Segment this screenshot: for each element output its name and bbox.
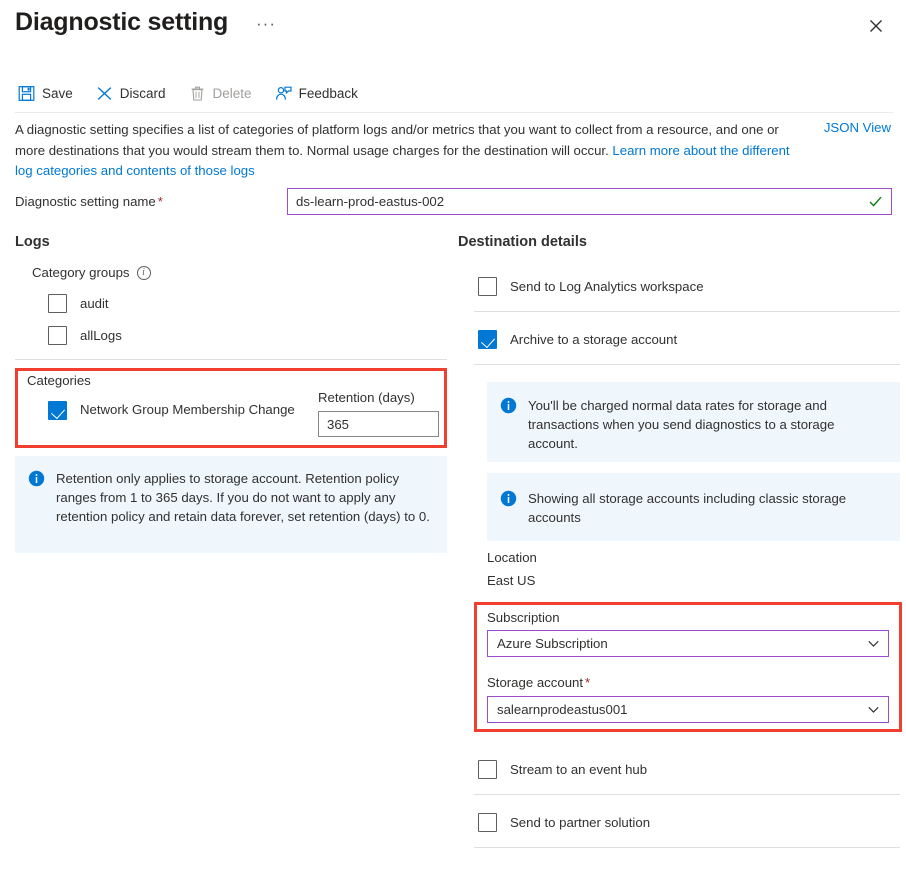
storage-account-value: salearnprodeastus001 bbox=[497, 702, 867, 717]
destination-divider-2 bbox=[474, 364, 900, 365]
diagnostic-setting-name-label: Diagnostic setting name* bbox=[15, 194, 163, 209]
destination-divider-3 bbox=[474, 794, 900, 795]
retention-info-text: Retention only applies to storage accoun… bbox=[56, 469, 433, 526]
retention-days-label: Retention (days) bbox=[318, 390, 415, 405]
info-circle-icon bbox=[500, 490, 517, 507]
checkbox-send-to-log-analytics[interactable]: Send to Log Analytics workspace bbox=[478, 277, 704, 296]
destination-details-heading: Destination details bbox=[458, 234, 587, 250]
discard-icon bbox=[96, 85, 113, 102]
checkbox-audit-box[interactable] bbox=[48, 294, 67, 313]
checkbox-network-group-membership-change-label: Network Group Membership Change bbox=[80, 401, 295, 419]
destination-divider-1 bbox=[474, 311, 900, 312]
save-button[interactable]: Save bbox=[18, 85, 73, 102]
category-groups-label-text: Category groups bbox=[32, 265, 130, 280]
logs-divider bbox=[15, 359, 447, 360]
location-value: East US bbox=[487, 573, 535, 588]
checkbox-archive-to-storage[interactable]: Archive to a storage account bbox=[478, 330, 677, 349]
storage-account-dropdown[interactable]: salearnprodeastus001 bbox=[487, 696, 889, 723]
trash-icon bbox=[189, 85, 206, 102]
checkbox-audit-label: audit bbox=[80, 294, 109, 313]
subscription-value: Azure Subscription bbox=[497, 636, 867, 651]
checkbox-send-to-partner-solution-label: Send to partner solution bbox=[510, 813, 650, 832]
json-view-link[interactable]: JSON View bbox=[824, 120, 891, 135]
category-groups-label: Category groups i bbox=[32, 265, 151, 280]
checkbox-send-to-log-analytics-box[interactable] bbox=[478, 277, 497, 296]
command-bar-divider bbox=[15, 112, 893, 113]
storage-account-label-text: Storage account bbox=[487, 675, 583, 690]
chevron-down-icon bbox=[867, 637, 880, 650]
delete-label: Delete bbox=[213, 86, 252, 101]
checkbox-audit[interactable]: audit bbox=[48, 294, 109, 313]
showing-storage-accounts-info-text: Showing all storage accounts including c… bbox=[528, 489, 886, 527]
subscription-dropdown[interactable]: Azure Subscription bbox=[487, 630, 889, 657]
info-circle-icon bbox=[28, 470, 45, 487]
retention-days-input[interactable]: 365 bbox=[318, 411, 439, 437]
discard-label: Discard bbox=[120, 86, 166, 101]
info-circle-icon bbox=[500, 397, 517, 414]
save-label: Save bbox=[42, 86, 73, 101]
checkbox-network-group-membership-change[interactable]: Network Group Membership Change bbox=[48, 401, 313, 420]
feedback-button[interactable]: Feedback bbox=[275, 85, 358, 102]
checkbox-stream-to-event-hub-box[interactable] bbox=[478, 760, 497, 779]
close-icon[interactable] bbox=[862, 12, 890, 40]
storage-charges-info-text: You'll be charged normal data rates for … bbox=[528, 396, 886, 453]
destination-divider-4 bbox=[474, 847, 900, 848]
info-icon[interactable]: i bbox=[137, 266, 151, 280]
showing-storage-accounts-info-message: Showing all storage accounts including c… bbox=[487, 473, 900, 541]
feedback-label: Feedback bbox=[299, 86, 358, 101]
checkbox-send-to-partner-solution[interactable]: Send to partner solution bbox=[478, 813, 650, 832]
storage-charges-info-message: You'll be charged normal data rates for … bbox=[487, 382, 900, 462]
checkbox-send-to-partner-solution-box[interactable] bbox=[478, 813, 497, 832]
required-marker: * bbox=[158, 194, 163, 209]
checkbox-alllogs-box[interactable] bbox=[48, 326, 67, 345]
command-bar: Save Discard Delete Fee bbox=[0, 73, 906, 113]
checkbox-stream-to-event-hub[interactable]: Stream to an event hub bbox=[478, 760, 647, 779]
logs-heading: Logs bbox=[15, 234, 50, 250]
checkbox-send-to-log-analytics-label: Send to Log Analytics workspace bbox=[510, 277, 704, 296]
storage-account-required-marker: * bbox=[585, 675, 590, 690]
checkbox-stream-to-event-hub-label: Stream to an event hub bbox=[510, 760, 647, 779]
chevron-down-icon bbox=[867, 703, 880, 716]
save-icon bbox=[18, 85, 35, 102]
checkbox-alllogs[interactable]: allLogs bbox=[48, 326, 122, 345]
checkbox-archive-to-storage-box[interactable] bbox=[478, 330, 497, 349]
checkbox-alllogs-label: allLogs bbox=[80, 326, 122, 345]
intro-text: A diagnostic setting specifies a list of… bbox=[15, 120, 805, 182]
diagnostic-setting-name-input[interactable]: ds-learn-prod-eastus-002 bbox=[287, 188, 892, 215]
delete-button: Delete bbox=[189, 85, 252, 102]
location-label: Location bbox=[487, 550, 537, 565]
checkmark-icon bbox=[868, 194, 883, 209]
feedback-person-icon bbox=[275, 85, 292, 102]
retention-days-value: 365 bbox=[327, 417, 349, 432]
diagnostic-setting-name-value: ds-learn-prod-eastus-002 bbox=[296, 194, 868, 209]
discard-button[interactable]: Discard bbox=[96, 85, 166, 102]
more-options-button[interactable]: ··· bbox=[256, 15, 276, 33]
checkbox-archive-to-storage-label: Archive to a storage account bbox=[510, 330, 677, 349]
subscription-label: Subscription bbox=[487, 610, 560, 625]
storage-account-label: Storage account* bbox=[487, 675, 590, 690]
page-title: Diagnostic setting bbox=[15, 8, 228, 37]
diagnostic-setting-name-label-text: Diagnostic setting name bbox=[15, 194, 156, 209]
retention-info-message: Retention only applies to storage accoun… bbox=[15, 456, 447, 553]
checkbox-network-group-membership-change-box[interactable] bbox=[48, 401, 67, 420]
categories-label: Categories bbox=[27, 373, 91, 388]
